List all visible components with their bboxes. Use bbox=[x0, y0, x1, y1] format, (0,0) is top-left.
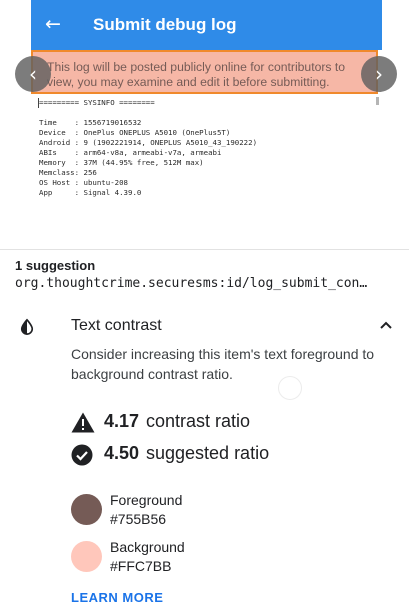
resource-id: org.thoughtcrime.securesms:id/log_submit… bbox=[15, 276, 368, 291]
log-line: ========= SYSINFO ======== bbox=[39, 98, 155, 107]
learn-more-link[interactable]: LEARN MORE bbox=[71, 590, 163, 605]
highlighted-element[interactable]: This log will be posted publicly online … bbox=[31, 50, 378, 94]
chevron-left-icon: ‹ bbox=[29, 62, 37, 86]
scrollbar bbox=[376, 97, 379, 105]
log-line: Memory : 37M (44.95% free, 512M max) bbox=[39, 158, 204, 167]
app-bar: ← Submit debug log bbox=[31, 0, 382, 50]
app-title: Submit debug log bbox=[93, 15, 237, 34]
suggested-ratio-label: suggested ratio bbox=[146, 443, 270, 463]
background-swatch bbox=[71, 541, 102, 572]
log-line: Device : OnePlus ONEPLUS A5010 (OnePlus5… bbox=[39, 128, 231, 137]
next-element-button[interactable]: › bbox=[361, 56, 397, 92]
current-ratio-label: contrast ratio bbox=[146, 411, 251, 431]
foreground-swatch bbox=[71, 494, 102, 525]
check-circle-icon bbox=[71, 444, 93, 466]
background-label: Background bbox=[110, 539, 185, 555]
arrow-back-icon: ← bbox=[45, 13, 61, 35]
log-line: OS Host : ubuntu-208 bbox=[39, 178, 128, 187]
screenshot-preview: ← Submit debug log This log will be post… bbox=[0, 0, 409, 250]
log-line: Memclass: 256 bbox=[39, 168, 97, 177]
log-line: ABIs : arm64-v8a, armeabi-v7a, armeabi bbox=[39, 148, 222, 157]
debug-log-text: ========= SYSINFO ======== Time : 155671… bbox=[38, 98, 258, 198]
highlighted-text: This log will be posted publicly online … bbox=[47, 60, 367, 90]
log-line: Android : 9 (1902221914, ONEPLUS A5010_4… bbox=[39, 138, 258, 147]
app-screenshot: ← Submit debug log This log will be post… bbox=[31, 0, 382, 249]
suggested-ratio-value: 4.50 bbox=[104, 443, 140, 463]
collapse-button[interactable] bbox=[377, 316, 395, 334]
log-line: App : Signal 4.39.0 bbox=[39, 188, 142, 197]
background-value: #FFC7BB bbox=[110, 558, 172, 574]
highlighted-text-line: view, you may examine and edit it before… bbox=[47, 75, 330, 89]
text-cursor bbox=[38, 98, 39, 108]
current-ratio-value: 4.17 bbox=[104, 411, 140, 431]
chevron-up-icon bbox=[380, 321, 392, 329]
check-description: Consider increasing this item's text for… bbox=[71, 346, 375, 382]
suggestion-count: 1 suggestion bbox=[15, 258, 96, 273]
details-sheet: 1 suggestion org.thoughtcrime.securesms:… bbox=[0, 250, 409, 605]
chevron-right-icon: › bbox=[375, 62, 383, 86]
foreground-value: #755B56 bbox=[110, 511, 167, 527]
highlighted-text-line: This log will be posted publicly online … bbox=[47, 60, 346, 74]
warning-icon bbox=[71, 412, 95, 433]
foreground-label: Foreground bbox=[110, 492, 183, 508]
touch-ripple bbox=[278, 376, 302, 400]
contrast-icon bbox=[20, 318, 34, 335]
log-line: Time : 1556719016532 bbox=[39, 118, 142, 127]
check-title: Text contrast bbox=[71, 317, 162, 334]
previous-element-button[interactable]: ‹ bbox=[15, 56, 51, 92]
